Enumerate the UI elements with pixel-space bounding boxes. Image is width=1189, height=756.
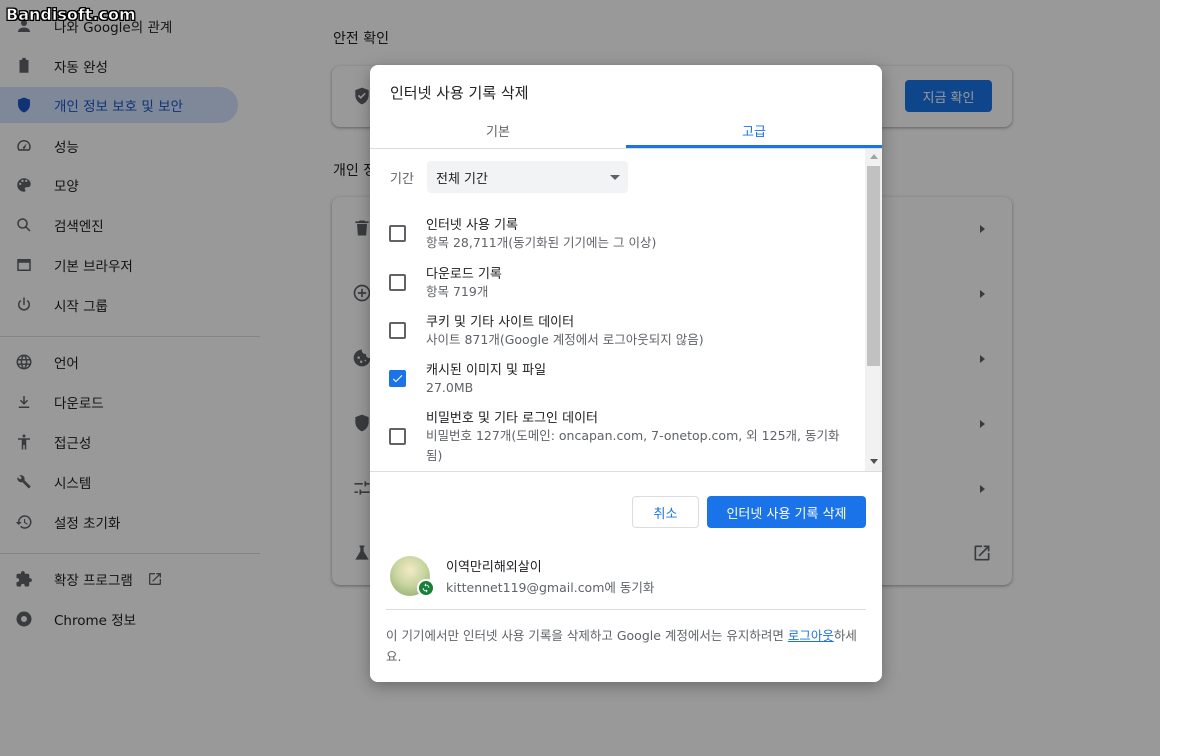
option-title: 캐시된 이미지 및 파일 bbox=[426, 363, 547, 378]
scrollbar-thumb[interactable] bbox=[867, 166, 880, 366]
sign-out-hint: 이 기기에서만 인터넷 사용 기록을 삭제하고 Google 계정에서는 유지하… bbox=[386, 625, 866, 667]
option-title: 비밀번호 및 기타 로그인 데이터 bbox=[426, 411, 599, 426]
option-subtitle: 사이트 871개(Google 계정에서 로그아웃되지 않음) bbox=[426, 332, 704, 347]
option-cached-images[interactable]: 캐시된 이미지 및 파일 27.0MB bbox=[370, 356, 865, 402]
option-subtitle: 항목 28,711개(동기화된 기기에는 그 이상) bbox=[426, 235, 657, 250]
cancel-button[interactable]: 취소 bbox=[632, 496, 699, 528]
sync-icon bbox=[417, 579, 435, 597]
checkbox-download-history[interactable] bbox=[389, 274, 406, 291]
option-title: 다운로드 기록 bbox=[426, 267, 502, 282]
option-title: 쿠키 및 기타 사이트 데이터 bbox=[426, 315, 575, 330]
time-range-select[interactable]: 전체 기간 bbox=[427, 161, 628, 193]
option-cookies[interactable]: 쿠키 및 기타 사이트 데이터 사이트 871개(Google 계정에서 로그아… bbox=[370, 308, 865, 354]
option-download-history[interactable]: 다운로드 기록 항목 719개 bbox=[370, 260, 865, 306]
option-subtitle: 27.0MB bbox=[426, 380, 474, 395]
right-margin bbox=[1160, 0, 1189, 756]
checkbox-cookies[interactable] bbox=[389, 322, 406, 339]
active-tab-indicator bbox=[626, 145, 882, 148]
checkbox-cached-images[interactable] bbox=[389, 370, 406, 387]
dialog-title: 인터넷 사용 기록 삭제 bbox=[390, 84, 529, 102]
option-subtitle: 항목 719개 bbox=[426, 284, 489, 299]
sign-out-link[interactable]: 로그아웃 bbox=[788, 628, 834, 643]
hint-text: 이 기기에서만 인터넷 사용 기록을 삭제하고 Google 계정에서는 유지하… bbox=[386, 628, 788, 643]
clear-browsing-data-dialog: 인터넷 사용 기록 삭제 기본 고급 기간 전체 기간 인터넷 사용 기록 항목… bbox=[370, 65, 882, 682]
watermark: Bandisoft.com bbox=[6, 5, 136, 25]
option-subtitle: 비밀번호 127개(도메인: oncapan.com, 7-onetop.com… bbox=[426, 428, 840, 463]
dialog-tabs: 기본 고급 bbox=[370, 111, 882, 149]
dialog-divider bbox=[370, 471, 882, 472]
tab-basic[interactable]: 기본 bbox=[370, 111, 626, 149]
dropdown-arrow-icon bbox=[610, 175, 620, 180]
option-title: 인터넷 사용 기록 bbox=[426, 218, 518, 233]
checkmark-icon bbox=[392, 375, 403, 383]
scroll-down-arrow-icon[interactable] bbox=[870, 459, 878, 464]
account-email: kittennet119@gmail.com에 동기화 bbox=[446, 580, 655, 595]
options-scroll-area[interactable]: 기간 전체 기간 인터넷 사용 기록 항목 28,711개(동기화된 기기에는 … bbox=[370, 149, 882, 471]
time-range-label: 기간 bbox=[390, 172, 414, 187]
tab-advanced[interactable]: 고급 bbox=[626, 111, 882, 149]
option-browsing-history[interactable]: 인터넷 사용 기록 항목 28,711개(동기화된 기기에는 그 이상) bbox=[370, 211, 865, 257]
time-range-value: 전체 기간 bbox=[436, 171, 488, 187]
clear-data-button[interactable]: 인터넷 사용 기록 삭제 bbox=[707, 496, 866, 528]
checkbox-browsing-history[interactable] bbox=[389, 225, 406, 242]
checkbox-passwords[interactable] bbox=[389, 428, 406, 445]
account-name: 이역만리해외살이 bbox=[446, 560, 542, 575]
account-sync-section: 이역만리해외살이 kittennet119@gmail.com에 동기화 이 기… bbox=[370, 544, 882, 682]
scroll-up-arrow-icon[interactable] bbox=[870, 154, 878, 159]
option-passwords[interactable]: 비밀번호 및 기타 로그인 데이터 비밀번호 127개(도메인: oncapan… bbox=[370, 404, 865, 470]
account-divider bbox=[386, 609, 866, 610]
